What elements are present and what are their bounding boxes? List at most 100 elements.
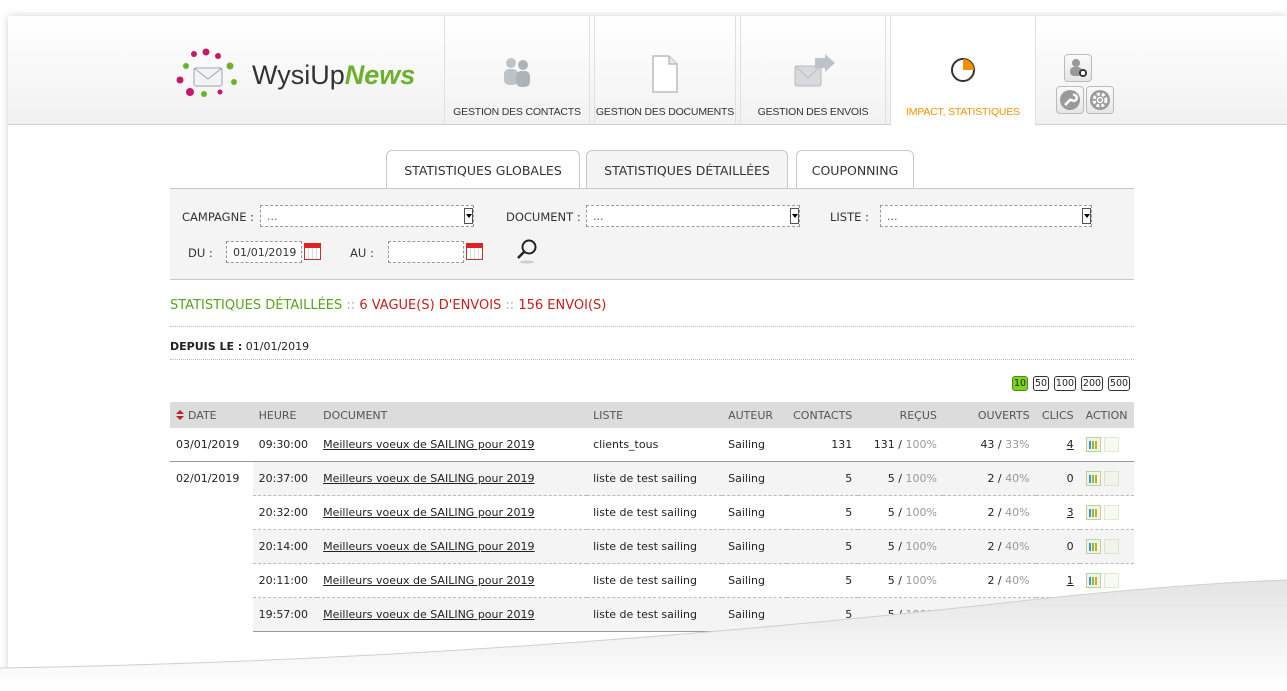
stats-summary: STATISTIQUES DÉTAILLÉES :: 6 VAGUE(S) D'…: [170, 298, 606, 313]
ouverts-percent: 33%: [1005, 438, 1030, 451]
logo-wordmark: WysiUpNews: [252, 60, 415, 91]
col-heure: HEURE: [252, 402, 318, 428]
cell-document: Meilleurs voeux de SAILING pour 2019: [317, 461, 588, 496]
chevron-down-icon: [790, 208, 799, 224]
stats-chart-icon[interactable]: [1085, 471, 1101, 486]
export-icon[interactable]: [1103, 539, 1119, 554]
campagne-select[interactable]: ...: [260, 205, 474, 227]
table-row: 02/01/2019 20:37:00 Meilleurs voeux de S…: [170, 461, 1134, 496]
gear-icon: [1090, 90, 1110, 110]
stats-chart-icon[interactable]: [1085, 539, 1101, 554]
table-row: 03/01/2019 09:30:00 Meilleurs voeux de S…: [170, 428, 1134, 462]
stats-chart-icon[interactable]: [1085, 505, 1101, 520]
recus-percent: 100%: [905, 506, 937, 519]
cell-document: Meilleurs voeux de SAILING pour 2019: [317, 495, 588, 530]
col-date[interactable]: DATE: [170, 402, 253, 428]
document-link[interactable]: Meilleurs voeux de SAILING pour 2019: [323, 540, 534, 553]
document-link[interactable]: Meilleurs voeux de SAILING pour 2019: [323, 506, 534, 519]
sort-icon[interactable]: [176, 410, 184, 421]
document-link[interactable]: Meilleurs voeux de SAILING pour 2019: [323, 472, 534, 485]
page-size-100[interactable]: 100: [1054, 376, 1076, 391]
page-size-10[interactable]: 10: [1012, 376, 1028, 391]
document-select[interactable]: ...: [586, 205, 800, 227]
cell-ouverts: 2 / 40%: [942, 461, 1036, 496]
recus-count: 5: [887, 506, 895, 519]
tab-stats-detaillees[interactable]: STATISTIQUES DÉTAILLÉES: [586, 150, 788, 190]
liste-label: LISTE :: [830, 210, 869, 224]
recus-percent: 100%: [905, 472, 937, 485]
nav-contacts-label: GESTION DES CONTACTS: [453, 106, 581, 118]
cell-ouverts: 43 / 33%: [942, 428, 1036, 462]
summary-separator: ::: [505, 298, 515, 313]
cell-contacts: 131: [786, 428, 859, 462]
col-auteur: AUTEUR: [722, 402, 787, 428]
col-liste: LISTE: [587, 402, 723, 428]
du-label: DU :: [188, 246, 213, 260]
send-icon: [794, 54, 835, 87]
col-recus: REÇUS: [858, 402, 943, 428]
clics-link[interactable]: 3: [1067, 506, 1074, 519]
cell-date: 03/01/2019: [170, 428, 253, 462]
campagne-select-value: ...: [267, 210, 278, 223]
tab-couponning[interactable]: COUPONNING: [796, 150, 914, 189]
logo-text-brand: News: [344, 60, 416, 90]
document-link[interactable]: Meilleurs voeux de SAILING pour 2019: [323, 438, 534, 451]
app-logo[interactable]: WysiUpNews: [172, 48, 415, 108]
cell-auteur: Sailing: [722, 529, 787, 564]
col-clics: CLICS: [1035, 402, 1080, 428]
col-document: DOCUMENT: [317, 402, 588, 428]
nav-documents[interactable]: GESTION DES DOCUMENTS: [594, 16, 736, 124]
pie-chart-icon: [951, 58, 975, 82]
cell-contacts: 5: [786, 495, 859, 530]
export-icon[interactable]: [1103, 471, 1119, 486]
document-select-value: ...: [593, 210, 604, 223]
cell-ouverts: 2 / 40%: [942, 495, 1036, 530]
export-icon[interactable]: [1103, 437, 1119, 452]
cell-document: Meilleurs voeux de SAILING pour 2019: [317, 529, 588, 564]
summary-sends: 156 ENVOI(S): [518, 298, 607, 313]
nav-envois-label: GESTION DES ENVOIS: [757, 106, 869, 118]
contacts-icon: [504, 58, 530, 87]
export-icon[interactable]: [1103, 505, 1119, 520]
table-header-row: DATE HEURE DOCUMENT LISTE AUTEUR CONTACT…: [170, 402, 1134, 428]
summary-waves: 6 VAGUE(S) D'ENVOIS: [359, 298, 502, 313]
cell-liste: liste de test sailing: [587, 529, 723, 564]
page-size-500[interactable]: 500: [1108, 376, 1130, 391]
logo-icon: [176, 48, 237, 97]
liste-select[interactable]: ...: [880, 205, 1092, 227]
nav-envois[interactable]: GESTION DES ENVOIS: [740, 16, 886, 124]
page-size-200[interactable]: 200: [1081, 376, 1103, 391]
page-size-50[interactable]: 50: [1033, 376, 1049, 391]
cell-recus: 5 / 100%: [858, 461, 943, 496]
date-to-input[interactable]: [388, 241, 464, 263]
user-add-icon: [1070, 59, 1087, 77]
calendar-icon[interactable]: [304, 243, 321, 260]
clics-link[interactable]: 4: [1067, 438, 1074, 451]
chevron-down-icon: [464, 208, 473, 224]
col-ouverts: OUVERTS: [942, 402, 1036, 428]
table-row: 20:14:00 Meilleurs voeux de SAILING pour…: [170, 529, 1134, 564]
col-date-label: DATE: [188, 408, 217, 422]
settings-button[interactable]: [1086, 86, 1114, 114]
ouverts-count: 43: [980, 438, 995, 451]
cell-auteur: Sailing: [722, 495, 787, 530]
nav-statistiques[interactable]: IMPACT, STATISTIQUES: [890, 16, 1036, 127]
cell-liste: liste de test sailing: [587, 461, 723, 496]
document-label: DOCUMENT :: [506, 210, 581, 224]
recus-percent: 100%: [905, 438, 937, 451]
col-action: ACTION: [1079, 402, 1134, 428]
nav-contacts[interactable]: GESTION DES CONTACTS: [444, 16, 590, 124]
date-from-input[interactable]: 01/01/2019: [226, 241, 302, 263]
chevron-down-icon: [1082, 208, 1091, 224]
add-user-button[interactable]: [1064, 54, 1092, 82]
tab-stats-globales[interactable]: STATISTIQUES GLOBALES: [386, 150, 580, 189]
cell-liste: clients_tous: [587, 428, 723, 462]
calendar-icon[interactable]: [466, 243, 483, 260]
nav-statistiques-label: IMPACT, STATISTIQUES: [906, 106, 1020, 118]
search-icon[interactable]: [515, 238, 539, 264]
ouverts-count: 2: [987, 540, 995, 553]
tools-button[interactable]: [1056, 86, 1084, 114]
recus-count: 5: [887, 472, 895, 485]
stats-chart-icon[interactable]: [1085, 437, 1101, 452]
page-curl-decoration: [0, 579, 1287, 691]
